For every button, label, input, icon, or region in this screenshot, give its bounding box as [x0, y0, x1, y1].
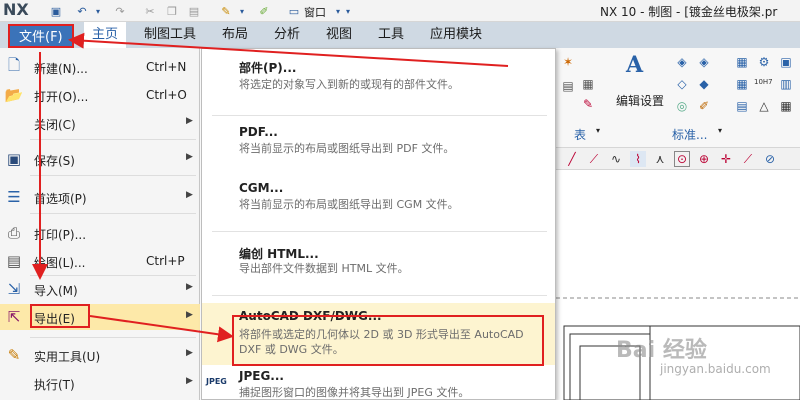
arrow-to-dxf — [89, 315, 234, 343]
watermark-url: jingyan.baidu.com — [660, 362, 771, 376]
watermark-brand: Bai 经验 — [616, 338, 707, 363]
arrow-to-file-tab — [68, 32, 509, 67]
